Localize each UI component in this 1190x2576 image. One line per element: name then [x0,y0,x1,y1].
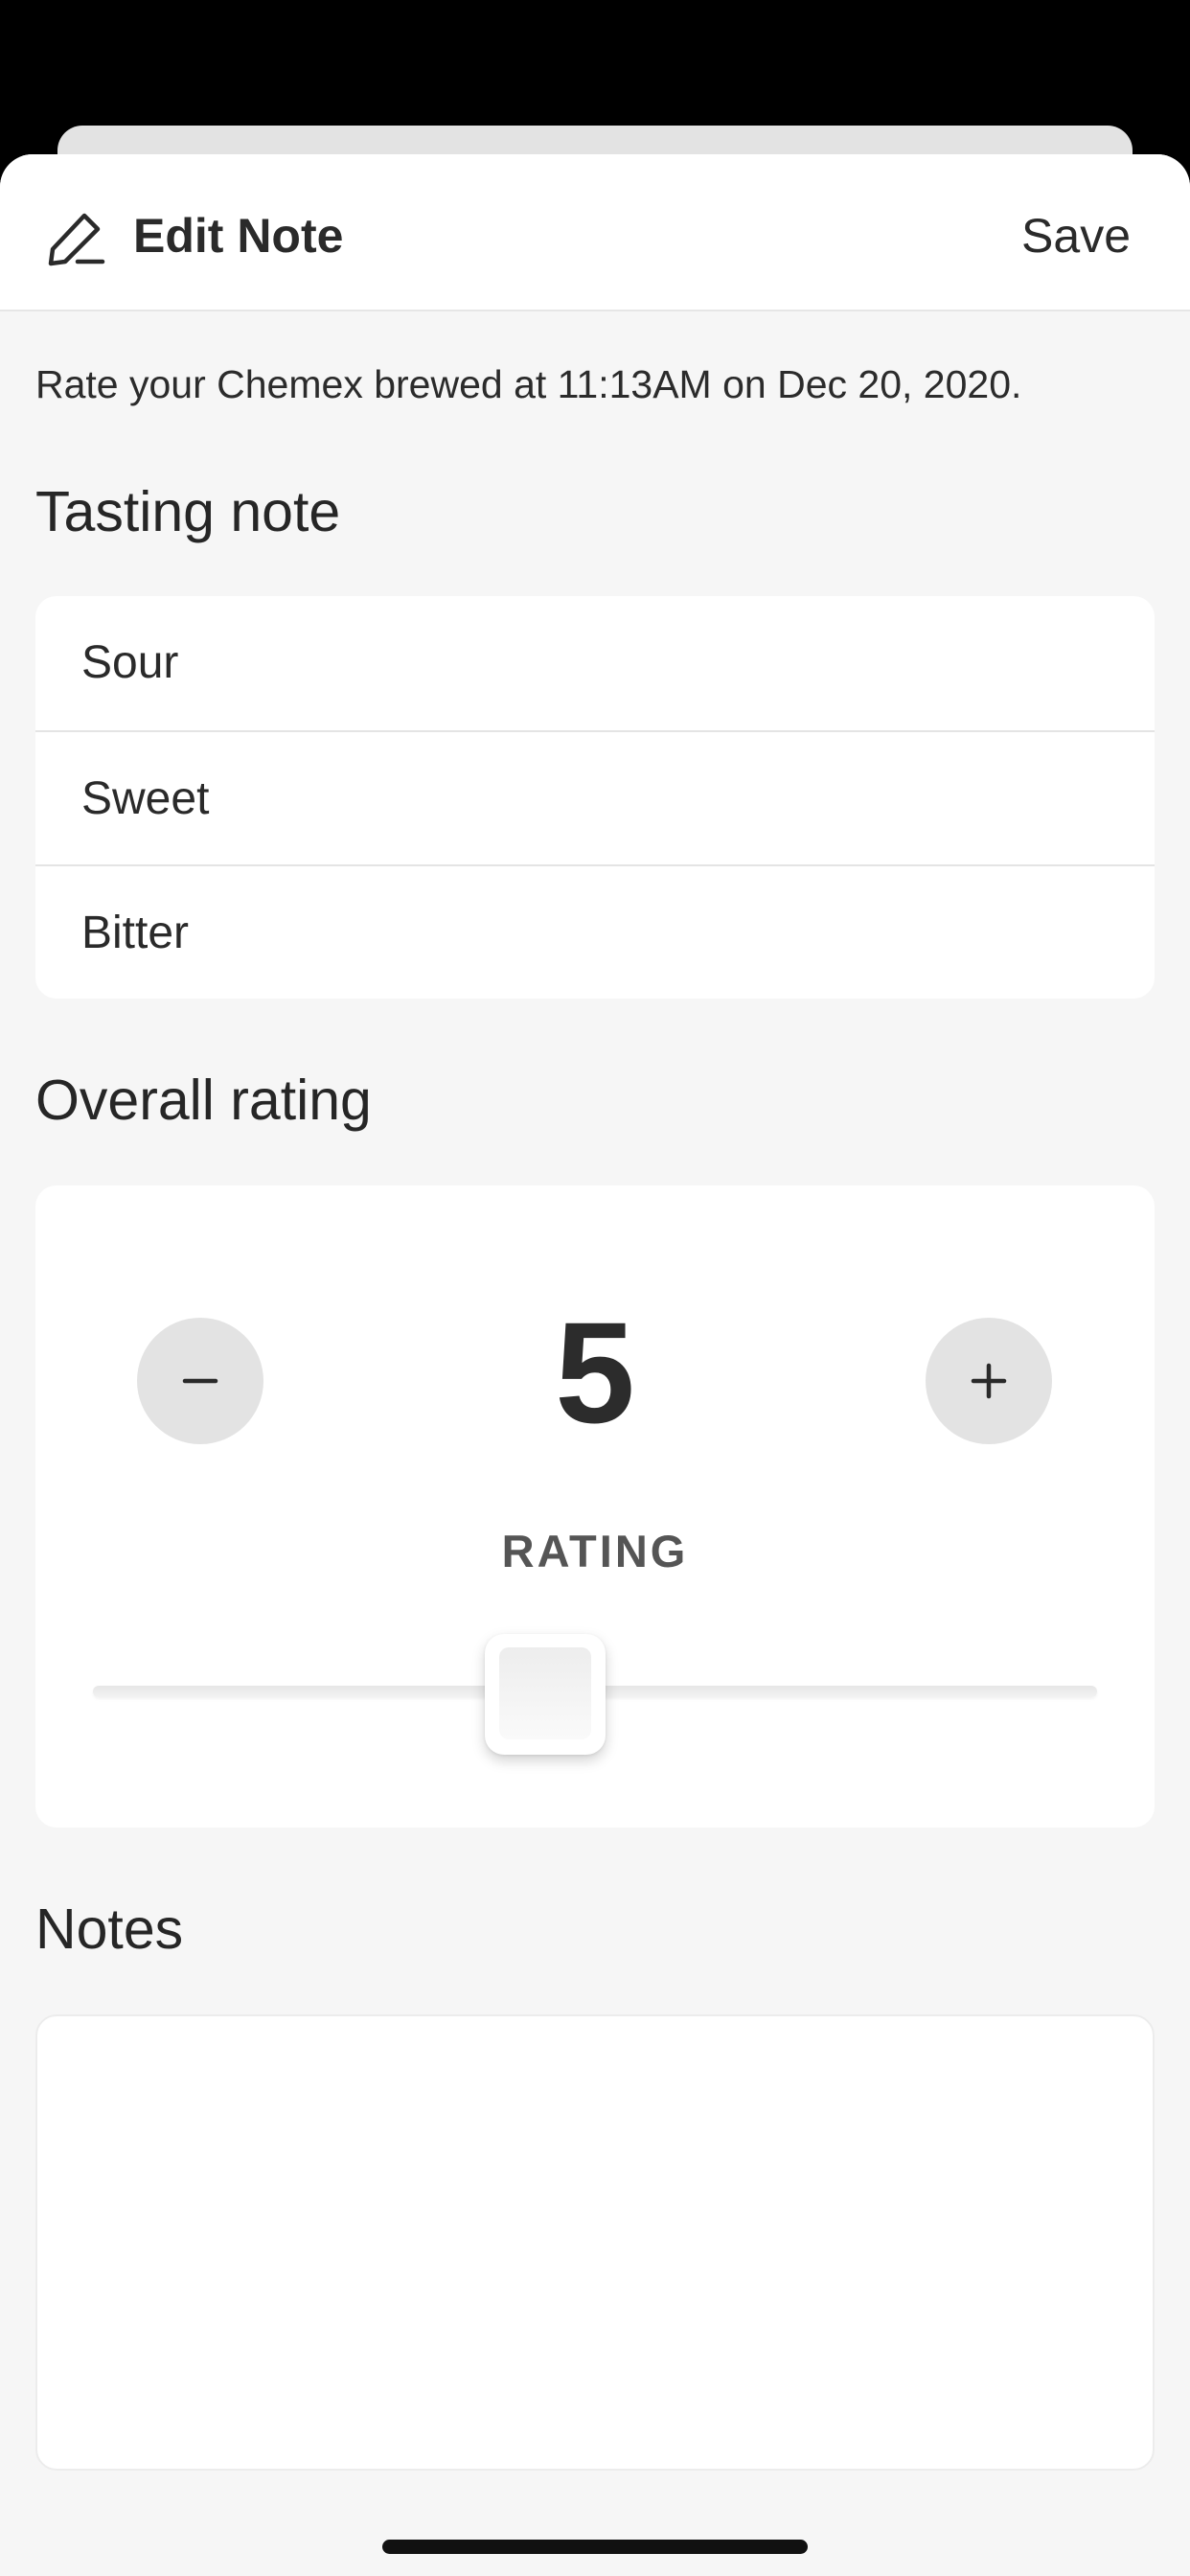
tasting-option-sour[interactable]: Sour [35,596,1155,730]
notes-heading: Notes [35,1898,184,1961]
sheet-header: Edit Note Save [0,154,1190,311]
increment-rating-button[interactable] [926,1318,1052,1444]
notes-input[interactable] [35,2014,1155,2471]
overall-rating-heading: Overall rating [35,1069,372,1132]
plus-icon [971,1363,1007,1399]
page-title: Edit Note [133,209,344,263]
pencil-icon [46,207,107,268]
brew-description: Rate your Chemex brewed at 11:13AM on De… [35,362,1022,406]
tasting-option-sweet[interactable]: Sweet [35,730,1155,864]
screen: Edit Note Save Rate your Chemex brewed a… [0,0,1190,2576]
save-button[interactable]: Save [1021,202,1131,269]
home-indicator [382,2540,808,2554]
slider-handle[interactable] [484,1634,606,1755]
edit-note-sheet: Edit Note Save Rate your Chemex brewed a… [0,154,1190,2576]
rating-card: 5 RATING [35,1185,1155,1828]
tasting-note-heading: Tasting note [35,480,341,543]
rating-caption: RATING [501,1526,689,1576]
tasting-option-bitter[interactable]: Bitter [35,864,1155,999]
tasting-note-list: Sour Sweet Bitter [35,596,1155,999]
rating-slider[interactable] [93,1634,1097,1806]
